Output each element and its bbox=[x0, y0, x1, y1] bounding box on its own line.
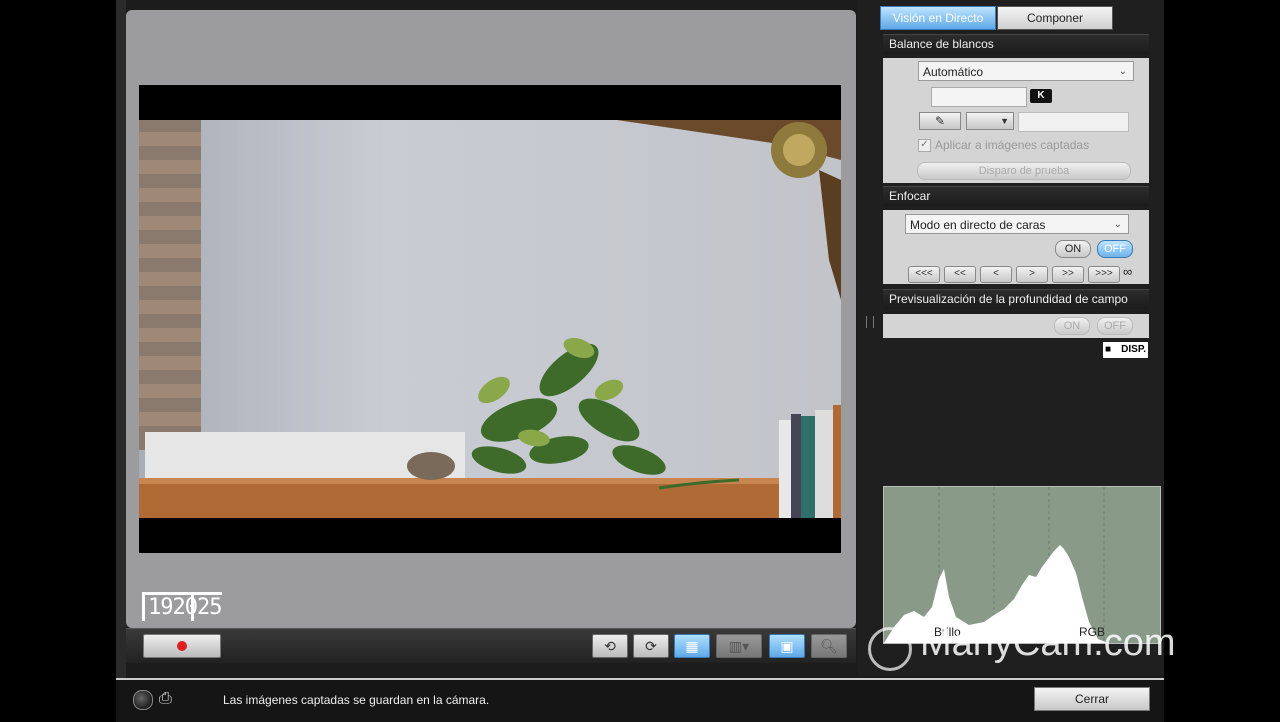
wb-preset-field[interactable] bbox=[1018, 112, 1129, 132]
apply-label: Aplicar a imágenes captadas bbox=[935, 138, 1090, 152]
camera-connection-icon bbox=[133, 690, 153, 710]
chevron-down-icon: ⌄ bbox=[1118, 66, 1127, 77]
kelvin-input[interactable] bbox=[931, 87, 1027, 107]
focus-mode-value: Modo en directo de caras bbox=[910, 218, 1046, 232]
frame-rate-indicator: 25 bbox=[191, 592, 222, 621]
panel-resize-handle[interactable] bbox=[866, 316, 874, 328]
dof-preview-header: Previsualización de la profundidad de ca… bbox=[883, 289, 1149, 309]
left-edge-strip bbox=[116, 0, 126, 680]
image-icon: ▣ bbox=[780, 637, 794, 654]
movie-camera-icon: ■ bbox=[1105, 344, 1112, 355]
wb-preset-dropdown[interactable]: ▼ bbox=[966, 112, 1014, 130]
focus-near-2-button[interactable]: << bbox=[944, 266, 976, 283]
manycam-logo-icon bbox=[868, 627, 912, 671]
fit-to-window-button[interactable]: ▣ bbox=[769, 634, 805, 658]
eyedropper-icon: ✎ bbox=[934, 114, 946, 128]
record-dot-icon bbox=[177, 641, 187, 651]
magnifier-icon: 🔍︎ bbox=[820, 637, 838, 654]
grid-overlay-button[interactable]: ▦ bbox=[674, 634, 710, 658]
focus-mode-select[interactable]: Modo en directo de caras ⌄ bbox=[905, 214, 1129, 234]
focus-on-button[interactable]: ON bbox=[1055, 240, 1091, 258]
apply-checkbox[interactable]: ✓ bbox=[918, 139, 931, 152]
scene-image bbox=[139, 120, 841, 518]
aspect-ratio-icon: ▥▾ bbox=[728, 637, 750, 654]
eyedropper-button[interactable]: ✎ bbox=[919, 112, 961, 130]
watermark-text: ManyCam.com bbox=[920, 622, 1176, 664]
movie-resolution-indicator: 1920 bbox=[142, 592, 198, 621]
kelvin-badge: K bbox=[1030, 89, 1052, 103]
dof-on-button[interactable]: ON bbox=[1054, 317, 1090, 335]
rotate-left-button[interactable]: ⟲ bbox=[592, 634, 628, 658]
focus-far-2-button[interactable]: >> bbox=[1052, 266, 1084, 283]
tab-live-view[interactable]: Visión en Directo bbox=[880, 6, 996, 30]
focus-near-3-button[interactable]: <<< bbox=[908, 266, 940, 283]
focus-far-3-button[interactable]: >>> bbox=[1088, 266, 1120, 283]
white-balance-select[interactable]: Automático ⌄ bbox=[918, 61, 1134, 81]
white-balance-value: Automático bbox=[923, 65, 984, 79]
letterbox-bottom bbox=[139, 518, 841, 553]
focus-off-button[interactable]: OFF bbox=[1097, 240, 1133, 258]
chevron-down-icon: ⌄ bbox=[1113, 219, 1122, 230]
infinity-icon: ∞ bbox=[1123, 264, 1133, 279]
aspect-ratio-dropdown[interactable]: ▥▾ bbox=[716, 634, 762, 658]
test-shot-button[interactable]: Disparo de prueba bbox=[917, 162, 1131, 180]
rotate-right-button[interactable]: ⟳ bbox=[633, 634, 669, 658]
grid-icon: ▦ bbox=[685, 637, 699, 654]
histogram-graph bbox=[884, 487, 1108, 643]
focus-far-1-button[interactable]: > bbox=[1016, 266, 1048, 283]
letterbox-top bbox=[139, 85, 841, 120]
close-button[interactable]: Cerrar bbox=[1034, 687, 1150, 711]
chevron-down-icon: ▼ bbox=[1000, 116, 1009, 126]
focus-near-1-button[interactable]: < bbox=[980, 266, 1012, 283]
status-message: Las imágenes captadas se guardan en la c… bbox=[223, 693, 490, 707]
disp-button[interactable]: ■ DISP. bbox=[1103, 342, 1148, 358]
rotate-right-icon: ⟳ bbox=[645, 637, 657, 654]
focus-header: Enfocar bbox=[883, 186, 1149, 206]
rotate-left-icon: ⟲ bbox=[604, 637, 616, 654]
disp-label: DISP. bbox=[1121, 344, 1146, 355]
record-button[interactable] bbox=[143, 634, 221, 658]
dof-off-button[interactable]: OFF bbox=[1097, 317, 1133, 335]
live-view-image[interactable] bbox=[139, 120, 841, 518]
zoom-button[interactable]: 🔍︎ bbox=[811, 634, 847, 658]
save-to-camera-icon: ⎙ bbox=[159, 690, 172, 707]
tab-compose[interactable]: Componer bbox=[997, 6, 1113, 30]
histogram: Brillo RGB bbox=[883, 486, 1161, 644]
white-balance-header: Balance de blancos bbox=[883, 34, 1149, 54]
